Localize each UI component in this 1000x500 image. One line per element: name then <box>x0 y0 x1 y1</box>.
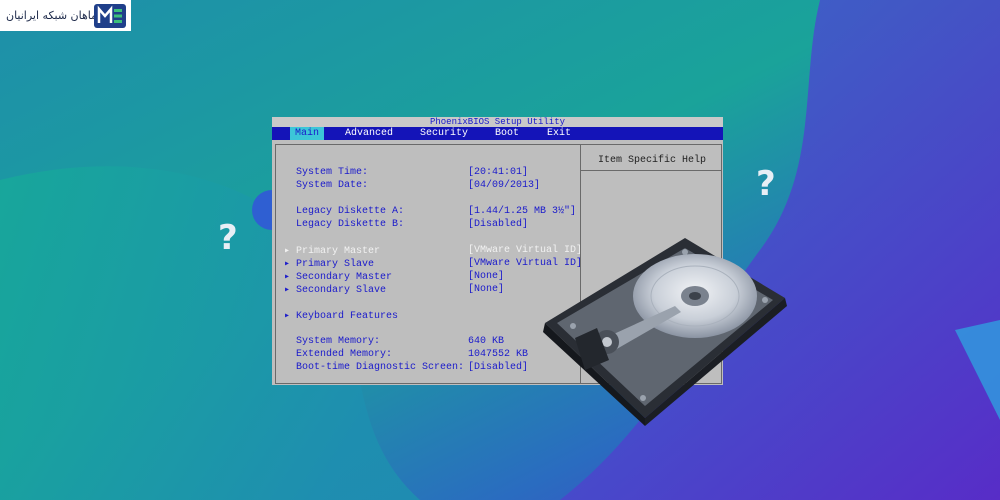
keyboard-features-item[interactable]: ▸ Keyboard Features <box>284 310 398 322</box>
system-memory-label: System Memory: <box>296 336 381 347</box>
hard-drive-icon <box>543 238 787 426</box>
bios-menu-bar: Main Advanced Security Boot Exit <box>272 127 723 140</box>
brand-logo[interactable]: ماهان شبکه ایرانیان <box>0 0 131 31</box>
menu-security[interactable]: Security <box>415 127 473 140</box>
question-mark-icon: ? <box>756 164 776 204</box>
brand-name: ماهان شبکه ایرانیان <box>6 9 98 22</box>
system-time-value[interactable]: [20:41:01] <box>468 167 528 178</box>
primary-master-label: Primary Master <box>296 246 381 257</box>
extended-memory-label: Extended Memory: <box>296 349 393 360</box>
logo-mark-icon <box>94 4 126 28</box>
system-memory-value: 640 KB <box>468 336 505 347</box>
primary-master-item[interactable]: ▸ Primary Master <box>284 245 380 257</box>
secondary-master-value[interactable]: [None] <box>468 271 504 282</box>
secondary-slave-item[interactable]: ▸ Secondary Slave <box>284 284 386 296</box>
keyboard-features-label: Keyboard Features <box>296 311 399 322</box>
secondary-master-item[interactable]: ▸ Secondary Master <box>284 271 392 283</box>
system-date-value[interactable]: [04/09/2013] <box>468 180 540 191</box>
secondary-master-label: Secondary Master <box>296 272 393 283</box>
bios-title: PhoenixBIOS Setup Utility <box>272 117 723 127</box>
menu-main[interactable]: Main <box>290 127 325 140</box>
primary-slave-item[interactable]: ▸ Primary Slave <box>284 258 374 270</box>
system-time-label: System Time: <box>296 167 369 178</box>
diskette-a-label: Legacy Diskette A: <box>296 206 405 217</box>
boot-diagnostic-value[interactable]: [Disabled] <box>468 362 528 373</box>
secondary-slave-label: Secondary Slave <box>296 285 387 296</box>
system-date-label: System Date: <box>296 180 369 191</box>
boot-diagnostic-label: Boot-time Diagnostic Screen: <box>296 362 465 373</box>
submenu-arrow-icon: ▸ <box>284 259 297 270</box>
help-title: Item Specific Help <box>598 155 707 166</box>
submenu-arrow-icon: ▸ <box>284 311 297 322</box>
diskette-b-label: Legacy Diskette B: <box>296 219 405 230</box>
submenu-arrow-icon: ▸ <box>284 272 297 283</box>
menu-exit[interactable]: Exit <box>542 127 576 140</box>
submenu-arrow-icon: ▸ <box>284 285 297 296</box>
question-mark-icon: ? <box>218 218 238 258</box>
secondary-slave-value[interactable]: [None] <box>468 284 504 295</box>
extended-memory-value: 1047552 KB <box>468 349 529 360</box>
primary-slave-label: Primary Slave <box>296 259 375 270</box>
diskette-a-value[interactable]: [1.44/1.25 MB 3½"] <box>468 206 576 217</box>
help-separator <box>581 170 721 171</box>
diskette-b-value[interactable]: [Disabled] <box>468 219 528 230</box>
menu-boot[interactable]: Boot <box>490 127 524 140</box>
submenu-arrow-icon: ▸ <box>284 246 297 257</box>
menu-advanced[interactable]: Advanced <box>340 127 398 140</box>
